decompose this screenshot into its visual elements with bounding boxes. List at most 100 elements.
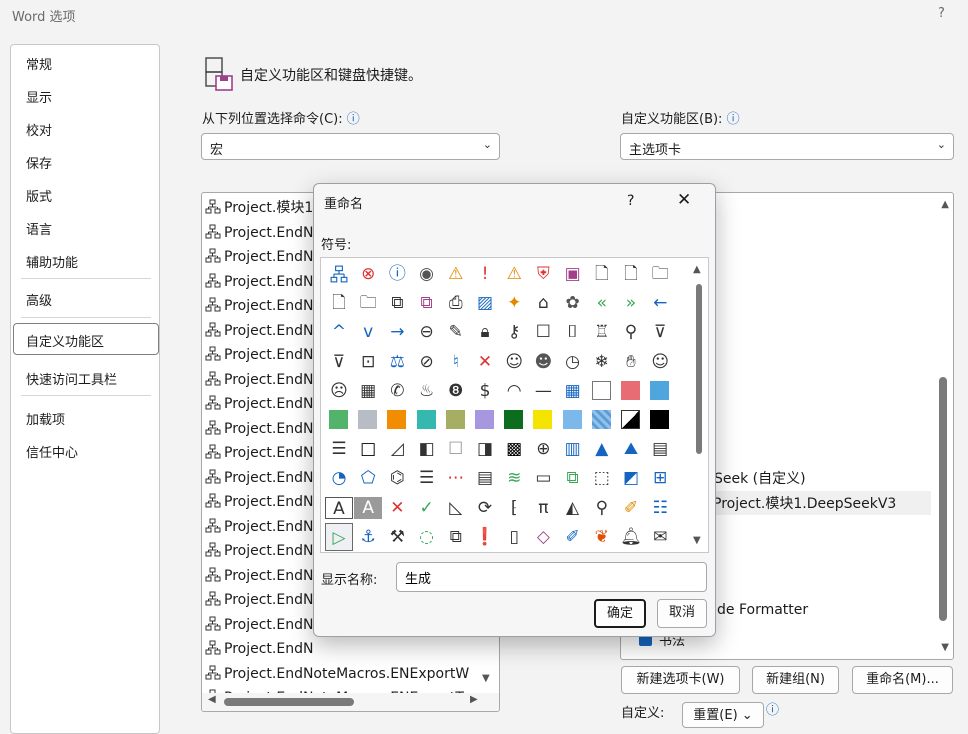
symbol-square-pattern[interactable] bbox=[588, 406, 616, 434]
cone-icon[interactable]: ▲ bbox=[588, 435, 616, 463]
stack-icon[interactable]: ⧉ bbox=[442, 523, 470, 551]
scroll-down-icon[interactable]: ▼ bbox=[482, 673, 490, 684]
doc-star-icon[interactable]: ✦ bbox=[500, 289, 528, 317]
error-icon[interactable]: ⊗ bbox=[354, 260, 382, 288]
command-row[interactable]: Project.EndN bbox=[205, 588, 313, 612]
list-icon[interactable]: ☷ bbox=[646, 494, 674, 522]
caret-up-icon[interactable]: ^ bbox=[325, 318, 353, 346]
palette-icon[interactable]: ✿ bbox=[559, 289, 587, 317]
pentagon-icon[interactable]: ⬠ bbox=[354, 464, 382, 492]
symbol-square-orange[interactable] bbox=[383, 406, 411, 434]
image-icon[interactable]: ▨ bbox=[471, 289, 499, 317]
warning-icon[interactable]: ⚠ bbox=[500, 260, 528, 288]
exclaim-icon[interactable]: ! bbox=[471, 260, 499, 288]
butterfly-icon[interactable]: ❦ bbox=[588, 523, 616, 551]
text-fill-icon[interactable]: A bbox=[354, 496, 383, 519]
user-icon[interactable]: ☺ bbox=[500, 348, 528, 376]
folder-icon[interactable]: 🗀 bbox=[646, 260, 674, 288]
commands-from-combo[interactable]: 宏 ⌄ bbox=[201, 133, 500, 160]
brush-icon[interactable]: ✐ bbox=[617, 494, 645, 522]
doc-alert-icon[interactable]: ❗ bbox=[471, 523, 499, 551]
command-row[interactable]: Project.EndN bbox=[205, 539, 313, 563]
command-row[interactable]: Project.EndN bbox=[205, 319, 313, 343]
bell-icon[interactable]: 🔔︎ bbox=[617, 523, 645, 551]
customize-ribbon-combo[interactable]: 主选项卡 ⌄ bbox=[620, 133, 954, 160]
scroll-icon[interactable]: ☐ bbox=[529, 318, 557, 346]
org-icon[interactable] bbox=[325, 260, 353, 288]
scroll-thumb[interactable] bbox=[696, 284, 702, 454]
double-left-icon[interactable]: « bbox=[588, 289, 616, 317]
play-icon[interactable]: ▷ bbox=[325, 522, 353, 551]
close-icon[interactable]: ✕ bbox=[677, 190, 691, 210]
anchor-icon[interactable]: ⚓︎ bbox=[354, 523, 382, 551]
form-icon[interactable]: ▤ bbox=[471, 464, 499, 492]
page-icon[interactable]: ▯ bbox=[500, 523, 528, 551]
envelope-icon[interactable]: ✉ bbox=[646, 523, 674, 551]
command-row[interactable]: Project.EndN bbox=[205, 637, 313, 661]
copy-save-icon[interactable]: ⧉ bbox=[413, 289, 441, 317]
dash-rect-icon[interactable]: ⬚ bbox=[588, 464, 616, 492]
rect-icon[interactable]: ▭ bbox=[529, 464, 557, 492]
pin-icon[interactable]: ✎ bbox=[442, 318, 470, 346]
command-row[interactable]: Project.EndN bbox=[205, 417, 313, 441]
command-row[interactable]: Project.EndN bbox=[205, 221, 313, 245]
scroll-thumb[interactable] bbox=[939, 377, 947, 621]
arrow-left-icon[interactable]: ← bbox=[646, 289, 674, 317]
bracket-icon[interactable]: ⁅ bbox=[500, 494, 528, 522]
dialog-help-button[interactable]: ? bbox=[627, 193, 634, 209]
phone-icon[interactable]: ✆ bbox=[383, 377, 411, 405]
symbol-square-gray[interactable] bbox=[354, 406, 382, 434]
command-row[interactable]: Project.EndN bbox=[205, 441, 313, 465]
dash-icon[interactable]: — bbox=[529, 377, 557, 405]
mountain-icon[interactable]: ⛰ bbox=[617, 435, 645, 463]
eraser-icon[interactable]: ◇ bbox=[529, 523, 557, 551]
nav-display[interactable]: 显示 bbox=[26, 87, 52, 106]
chart-icon[interactable]: ▥ bbox=[559, 435, 587, 463]
contrast-icon[interactable]: ◩ bbox=[617, 464, 645, 492]
command-row[interactable]: Project.EndN bbox=[205, 466, 313, 490]
sad-icon[interactable]: ☹ bbox=[325, 377, 353, 405]
command-row[interactable]: Project.EndN bbox=[205, 564, 313, 588]
new-tab-button[interactable]: 新建选项卡(W) bbox=[621, 666, 740, 694]
hand-icon[interactable]: ✋︎ bbox=[617, 348, 645, 376]
ruler-icon[interactable]: ◺ bbox=[442, 494, 470, 522]
mic-icon[interactable]: ♮ bbox=[442, 348, 470, 376]
magnifier-icon[interactable]: ⚲ bbox=[588, 494, 616, 522]
doc-arrow-icon[interactable]: 🗋 bbox=[617, 260, 645, 288]
symbol-square-black[interactable] bbox=[646, 406, 674, 434]
command-row[interactable]: Project.EndN bbox=[205, 294, 313, 318]
search-icon[interactable]: ⚲ bbox=[617, 318, 645, 346]
cylinder-icon[interactable]: ⌬ bbox=[383, 464, 411, 492]
symbol-square-red[interactable] bbox=[617, 377, 645, 405]
target-icon[interactable]: ◉ bbox=[413, 260, 441, 288]
cross-icon[interactable]: ✕ bbox=[383, 494, 411, 522]
pie-icon[interactable]: ◔ bbox=[325, 464, 353, 492]
symbol-square-teal[interactable] bbox=[413, 406, 441, 434]
lock-icon[interactable]: 🔒︎ bbox=[471, 318, 499, 346]
nav-save[interactable]: 保存 bbox=[26, 153, 52, 172]
filter-icon[interactable]: ⊽ bbox=[325, 348, 353, 376]
dashdoc-icon[interactable]: ⋯ bbox=[442, 464, 470, 492]
symbol-square-olive[interactable] bbox=[442, 406, 470, 434]
info-icon[interactable]: ⓘ bbox=[383, 260, 411, 288]
info-icon[interactable]: ⓘ bbox=[347, 112, 360, 127]
command-row[interactable]: Project.EndN bbox=[205, 343, 313, 367]
grid-color-icon[interactable]: ▦ bbox=[559, 377, 587, 405]
pi-icon[interactable]: π bbox=[529, 494, 557, 522]
dark-half-icon[interactable]: ◨ bbox=[471, 435, 499, 463]
note-icon[interactable]: ☰ bbox=[413, 464, 441, 492]
scroll-right-icon[interactable]: ▶ bbox=[470, 694, 478, 705]
smile-icon[interactable]: ☺ bbox=[646, 348, 674, 376]
command-row[interactable]: Project.EndN bbox=[205, 613, 313, 637]
warning-icon[interactable]: ⚠ bbox=[442, 260, 470, 288]
cancel-button[interactable]: 取消 bbox=[657, 599, 707, 628]
nav-quick-access[interactable]: 快速访问工具栏 bbox=[26, 369, 117, 388]
nav-layout[interactable]: 版式 bbox=[26, 186, 52, 205]
copy-icon[interactable]: ⧉ bbox=[383, 289, 411, 317]
nav-advanced[interactable]: 高级 bbox=[26, 290, 52, 309]
symbol-grid[interactable]: ⊗ ⓘ ◉ ⚠! ⚠ ⛨ ▣ 🗋 🗋 🗀 🗋 🗀 ⧉ ⧉ ⎙ ▨ ✦ ⌂ ✿ «» ← ^ v → ⊖ ✎ 🔒︎ ⚷ ☐ ⌷ ♖ ⚲ ⊽ ⊽ ⊡ ⚖ ⊘… bbox=[320, 257, 709, 553]
scroll-up-icon[interactable]: ▲ bbox=[693, 264, 701, 275]
nav-trust-center[interactable]: 信任中心 bbox=[26, 442, 78, 461]
rename-button[interactable]: 重命名(M)... bbox=[852, 666, 953, 694]
bars-icon[interactable]: ☰ bbox=[325, 435, 353, 463]
